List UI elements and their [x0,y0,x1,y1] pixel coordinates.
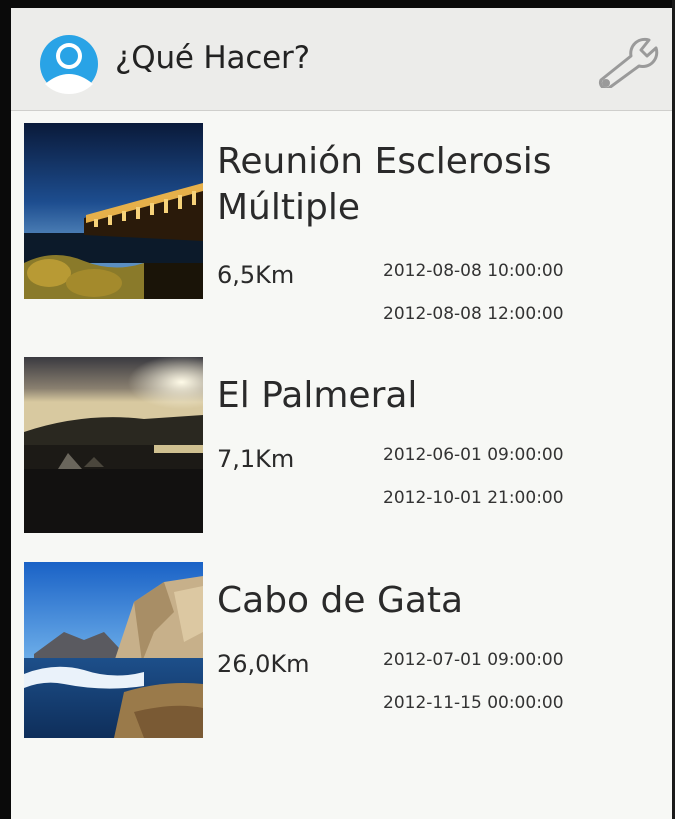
event-title: Reunión Esclerosis Múltiple [217,141,552,228]
list-item-event-1[interactable]: Reunión Esclerosis Múltiple 6,5Km 2012-0… [11,111,672,324]
app-screen: ¿Qué Hacer? Reunión Esclerosis Múltiple … [11,8,672,819]
coastal-cliffs-photo [24,562,203,738]
event-distance: 6,5Km [217,261,295,289]
device-frame-left [0,0,11,819]
event-start-date: 2012-08-08 10:00:00 [383,261,564,281]
user-avatar-icon[interactable] [39,34,99,94]
action-bar: ¿Qué Hacer? [11,8,672,111]
event-start-date: 2012-06-01 09:00:00 [383,445,564,465]
beach-sunset-photo [24,357,203,533]
list-item-event-2[interactable]: El Palmeral 7,1Km 2012-06-01 09:00:00 20… [11,345,672,533]
event-end-date: 2012-10-01 21:00:00 [383,488,564,508]
app-title: ¿Qué Hacer? [115,40,310,76]
pier-at-night-photo [24,123,203,299]
event-distance: 7,1Km [217,445,295,473]
device-frame-top [0,0,675,8]
event-end-date: 2012-11-15 00:00:00 [383,693,564,713]
list-item-event-3[interactable]: Cabo de Gata 26,0Km 2012-07-01 09:00:00 … [11,550,672,738]
wrench-icon[interactable] [595,36,659,91]
event-start-date: 2012-07-01 09:00:00 [383,650,564,670]
event-distance: 26,0Km [217,650,310,678]
event-title: Cabo de Gata [217,580,464,621]
event-end-date: 2012-08-08 12:00:00 [383,304,564,324]
event-title: El Palmeral [217,375,418,416]
